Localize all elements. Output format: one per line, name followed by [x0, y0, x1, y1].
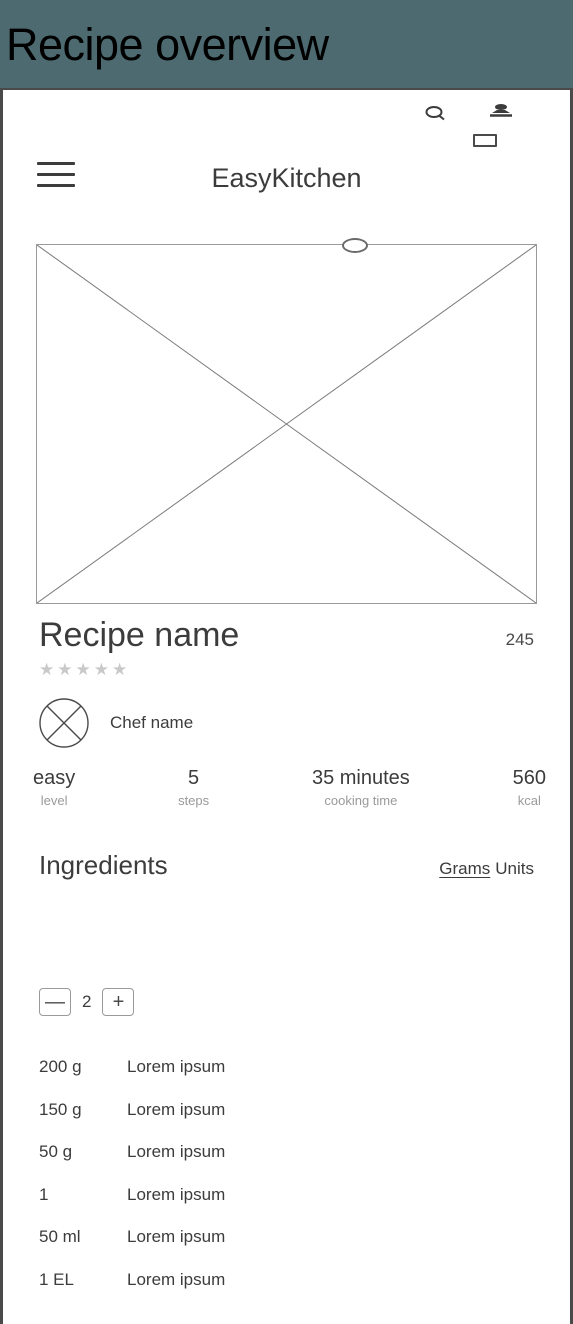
upload-icon[interactable] [488, 102, 514, 127]
ingredients-list: 200 g Lorem ipsum 150 g Lorem ipsum 50 g… [39, 1046, 534, 1301]
ingredient-row: 50 g Lorem ipsum [39, 1131, 534, 1174]
phone-frame: EasyKitchen Recipe name 245 ★★★★★ Chef n… [0, 88, 573, 1324]
recipe-stats: easy level 5 steps 35 minutes cooking ti… [33, 766, 546, 808]
recipe-count-badge: 245 [505, 630, 534, 649]
hamburger-menu-icon[interactable] [37, 162, 75, 187]
ingredient-name: Lorem ipsum [127, 1184, 226, 1204]
ingredient-name: Lorem ipsum [127, 1227, 226, 1247]
ingredient-row: 1 Lorem ipsum [39, 1174, 534, 1217]
stat-value: 560 [512, 767, 546, 789]
servings-value: 2 [82, 992, 92, 1011]
stat-value: 5 [188, 767, 200, 789]
unit-toggle-units[interactable]: Units [495, 859, 534, 878]
stat-label: steps [178, 793, 210, 808]
avatar [39, 698, 89, 748]
stat-level: easy level [33, 766, 75, 808]
ingredient-amount: 200 g [39, 1057, 82, 1077]
unit-toggle: Grams Units [439, 859, 534, 879]
ingredient-name: Lorem ipsum [127, 1099, 226, 1119]
ingredient-row: 200 g Lorem ipsum [39, 1046, 534, 1089]
ingredient-amount: 1 [39, 1184, 49, 1204]
unit-toggle-grams[interactable]: Grams [439, 859, 490, 878]
hamburger-line [37, 162, 75, 165]
hero-image-placeholder[interactable] [36, 238, 537, 604]
rectangle-icon [473, 134, 497, 147]
star-rating[interactable]: ★★★★★ [39, 661, 534, 678]
page-title: Recipe overview [6, 18, 329, 70]
decrement-button[interactable]: — [39, 988, 71, 1016]
chef-name: Chef name [110, 713, 194, 732]
app-title: EasyKitchen [211, 162, 362, 193]
ingredient-row: 1 EL Lorem ipsum [39, 1259, 534, 1302]
chef-row[interactable]: Chef name [39, 698, 193, 748]
ingredient-name: Lorem ipsum [127, 1142, 226, 1162]
search-icon[interactable] [425, 104, 447, 131]
ingredient-amount: 150 g [39, 1099, 82, 1119]
ingredients-title: Ingredients [39, 850, 168, 880]
ingredient-amount: 50 ml [39, 1227, 81, 1247]
ingredients-header: Ingredients Grams Units [39, 850, 534, 881]
increment-button[interactable]: + [102, 988, 135, 1016]
stat-value: easy [33, 767, 76, 789]
ingredient-name: Lorem ipsum [127, 1057, 226, 1077]
rotate-handle[interactable] [341, 238, 368, 253]
recipe-heading: Recipe name 245 ★★★★★ [3, 618, 570, 698]
app-bar: EasyKitchen [3, 148, 570, 208]
ingredient-row: 150 g Lorem ipsum [39, 1089, 534, 1132]
stat-label: level [40, 793, 68, 808]
stat-kcal: 560 kcal [513, 766, 546, 808]
ingredient-amount: 1 EL [39, 1269, 74, 1289]
stat-label: cooking time [324, 793, 398, 808]
servings-stepper: — 2 + [39, 988, 135, 1016]
hamburger-line [37, 173, 75, 176]
page-banner: Recipe overview [0, 0, 573, 88]
ingredient-amount: 50 g [39, 1142, 73, 1162]
stat-value: 35 minutes [311, 767, 410, 789]
stat-cooking-time: 35 minutes cooking time [312, 766, 410, 808]
ingredient-name: Lorem ipsum [127, 1269, 226, 1289]
recipe-name: Recipe name [39, 616, 240, 654]
ingredient-row: 50 ml Lorem ipsum [39, 1216, 534, 1259]
stat-steps: 5 steps [178, 766, 209, 808]
stat-label: kcal [517, 793, 541, 808]
hamburger-line [37, 184, 75, 187]
